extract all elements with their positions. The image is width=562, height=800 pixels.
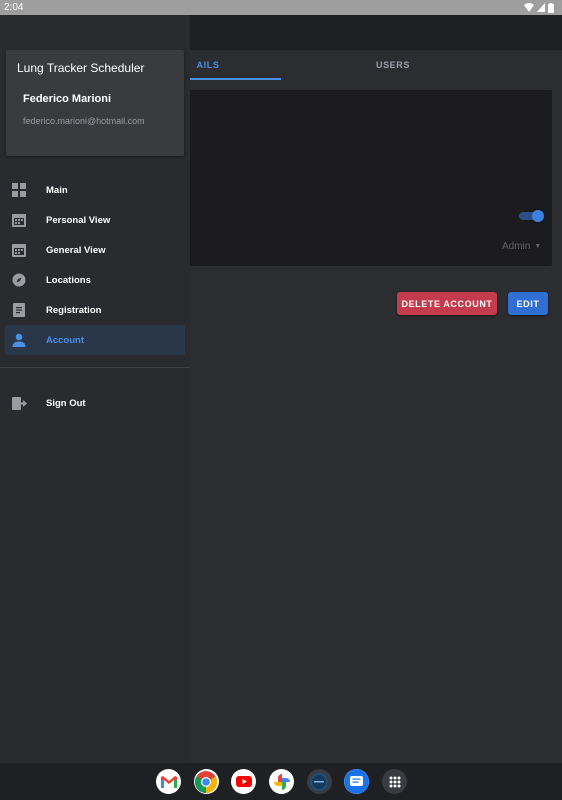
app-dock <box>0 763 562 800</box>
nav-item-label: General View <box>46 244 106 256</box>
nav-item-main[interactable]: Main <box>5 175 185 205</box>
nav-item-general-view[interactable]: General View <box>5 235 185 265</box>
calendar-icon <box>11 212 27 228</box>
youtube-icon[interactable] <box>231 769 257 794</box>
sign-out-item[interactable]: Sign Out <box>5 388 185 418</box>
caret-down-icon: ▼ <box>534 243 542 250</box>
user-name: Federico Marioni <box>23 93 112 105</box>
gmail-icon[interactable] <box>156 769 181 794</box>
calendar-icon <box>11 242 27 258</box>
edit-button[interactable]: EDIT <box>508 292 548 315</box>
status-time: 2:04 <box>4 2 24 13</box>
dock-icons <box>156 769 408 794</box>
person-icon <box>11 332 27 348</box>
app-name: Lung Tracker Scheduler <box>17 61 145 75</box>
messages-icon[interactable] <box>344 769 370 794</box>
nav-item-label: Registration <box>46 304 102 316</box>
nav-item-account[interactable]: Account <box>5 325 185 355</box>
signal-icon <box>537 3 545 12</box>
nav-item-label: Account <box>46 334 84 346</box>
status-bar: 2:04 <box>0 0 562 15</box>
toggle-knob <box>532 210 544 222</box>
role-select[interactable]: Admin ▼ <box>502 241 541 252</box>
drawer-header: Lung Tracker Scheduler Federico Marioni … <box>6 50 184 156</box>
nav-item-locations[interactable]: Locations <box>5 265 185 295</box>
app-drawer-icon[interactable] <box>382 769 408 794</box>
nav-item-label: Main <box>46 184 68 196</box>
nav-item-label: Locations <box>46 274 91 286</box>
photos-icon[interactable] <box>269 769 295 794</box>
sign-out-label: Sign Out <box>46 397 86 409</box>
grid-icon <box>11 182 27 198</box>
status-icons <box>524 2 554 13</box>
document-icon <box>11 302 27 318</box>
nav-item-label: Personal View <box>46 214 111 226</box>
compass-icon <box>11 272 27 288</box>
drawer-divider <box>0 367 190 368</box>
sign-out-icon <box>11 395 27 411</box>
nav-item-personal-view[interactable]: Personal View <box>5 205 185 235</box>
account-toggle[interactable] <box>519 210 544 222</box>
delete-account-button[interactable]: DELETE ACCOUNT <box>397 292 497 315</box>
battery-icon <box>548 2 554 13</box>
tab-users[interactable]: USERS <box>320 50 466 80</box>
chrome-icon[interactable] <box>193 769 219 794</box>
account-details-card: Admin ▼ <box>135 90 552 266</box>
navigation-drawer: Lung Tracker Scheduler Federico Marioni … <box>0 15 190 763</box>
role-value: Admin <box>502 241 531 252</box>
scheduler-app-icon[interactable] <box>306 769 332 794</box>
nav-item-registration[interactable]: Registration <box>5 295 185 325</box>
wifi-icon <box>524 3 534 12</box>
user-email: federico.marioni@hotmail.com <box>23 116 145 126</box>
